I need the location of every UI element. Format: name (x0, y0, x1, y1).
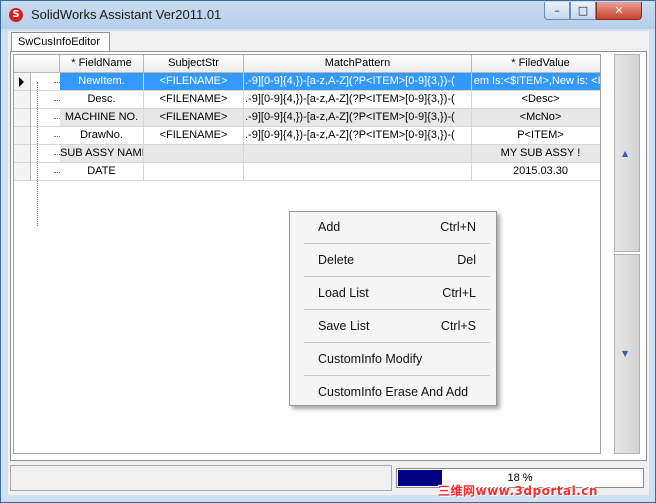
cell-matchpattern[interactable]: .-9][0-9]{4,})-[a-z,A-Z](?P<ITEM>[0-9]{3… (244, 73, 472, 91)
tab-swcusinfoeditor[interactable]: SwCusInfoEditor (11, 32, 110, 51)
menu-item-shortcut: Del (457, 253, 476, 267)
menu-item-add[interactable]: Add Ctrl+N (292, 214, 494, 240)
tree-indent (31, 73, 60, 91)
cell-filedvalue[interactable]: <Desc> (472, 91, 600, 109)
cell-filedvalue[interactable]: 2015.03.30 (472, 163, 600, 181)
current-row-arrow-icon (19, 77, 24, 87)
row-selector[interactable] (14, 163, 31, 181)
cell-fieldname[interactable]: NewItem. (60, 73, 144, 91)
row-selector[interactable] (14, 145, 31, 163)
menu-separator (304, 375, 490, 376)
tree-indent (31, 163, 60, 181)
cell-subjectstr[interactable]: <FILENAME> (144, 127, 244, 145)
table-row[interactable]: DrawNo. <FILENAME> .-9][0-9]{4,})-[a-z,A… (14, 127, 600, 145)
menu-item-save-list[interactable]: Save List Ctrl+S (292, 313, 494, 339)
cell-fieldname[interactable]: MACHINE NO. (60, 109, 144, 127)
tree-indent (31, 109, 60, 127)
cell-matchpattern[interactable]: .-9][0-9]{4,})-[a-z,A-Z](?P<ITEM>[0-9]{3… (244, 109, 472, 127)
column-header-fieldname[interactable]: * FieldName (60, 55, 144, 73)
cell-matchpattern[interactable] (244, 163, 472, 181)
cell-fieldname[interactable]: DrawNo. (60, 127, 144, 145)
table-row[interactable]: MACHINE NO. <FILENAME> .-9][0-9]{4,})-[a… (14, 109, 600, 127)
cell-matchpattern[interactable]: .-9][0-9]{4,})-[a-z,A-Z](?P<ITEM>[0-9]{3… (244, 91, 472, 109)
tree-indent (31, 145, 60, 163)
table-row[interactable]: SUB ASSY NAME MY SUB ASSY ! (14, 145, 600, 163)
move-up-button[interactable]: ▲ (614, 54, 640, 252)
cell-filedvalue[interactable]: P<ITEM> (472, 127, 600, 145)
cell-fieldname[interactable]: Desc. (60, 91, 144, 109)
cell-matchpattern[interactable]: .-9][0-9]{4,})-[a-z,A-Z](?P<ITEM>[0-9]{3… (244, 127, 472, 145)
cell-filedvalue[interactable]: em Is:<$ITEM>,New is: <IT (472, 73, 600, 91)
menu-item-label: Load List (318, 286, 369, 300)
watermark-text: 三维网www.3dportal.cn (438, 484, 598, 498)
row-selector[interactable] (14, 127, 31, 145)
title-bar[interactable]: S SolidWorks Assistant Ver2011.01 – □ ✕ (1, 1, 655, 29)
app-logo-icon: S (9, 8, 23, 22)
menu-item-label: Add (318, 220, 341, 234)
menu-separator (304, 276, 490, 277)
cell-fieldname[interactable]: DATE (60, 163, 144, 181)
menu-item-delete[interactable]: Delete Del (292, 247, 494, 273)
cell-subjectstr[interactable] (144, 163, 244, 181)
minimize-button[interactable]: – (544, 2, 570, 20)
triangle-down-icon: ▼ (622, 349, 629, 358)
main-window: S SolidWorks Assistant Ver2011.01 – □ ✕ … (0, 0, 656, 503)
cell-matchpattern[interactable] (244, 145, 472, 163)
menu-item-shortcut: Ctrl+N (440, 220, 476, 234)
table-row[interactable]: NewItem. <FILENAME> .-9][0-9]{4,})-[a-z,… (14, 73, 600, 91)
menu-item-custominfo-erase-and-add[interactable]: CustomInfo Erase And Add (292, 379, 494, 405)
tree-indent (31, 127, 60, 145)
menu-item-label: Delete (318, 253, 355, 267)
cell-filedvalue[interactable]: <McNo> (472, 109, 600, 127)
menu-item-label: CustomInfo Erase And Add (318, 385, 469, 399)
menu-item-label: CustomInfo Modify (318, 352, 423, 366)
context-menu: Add Ctrl+N Delete Del Load List Ctrl+L S… (289, 211, 497, 406)
cell-subjectstr[interactable] (144, 145, 244, 163)
row-selector[interactable] (14, 73, 31, 91)
column-header-matchpattern[interactable]: MatchPattern (244, 55, 472, 73)
move-down-button[interactable]: ▼ (614, 254, 640, 454)
menu-item-shortcut: Ctrl+L (442, 286, 476, 300)
row-header-corner (14, 55, 60, 73)
cell-fieldname[interactable]: SUB ASSY NAME (60, 145, 144, 163)
triangle-up-icon: ▲ (622, 149, 629, 158)
row-selector[interactable] (14, 109, 31, 127)
table-row[interactable]: Desc. <FILENAME> .-9][0-9]{4,})-[a-z,A-Z… (14, 91, 600, 109)
menu-separator (304, 309, 490, 310)
table-row[interactable]: DATE 2015.03.30 (14, 163, 600, 181)
cell-subjectstr[interactable]: <FILENAME> (144, 91, 244, 109)
close-button[interactable]: ✕ (596, 2, 642, 20)
cell-subjectstr[interactable]: <FILENAME> (144, 109, 244, 127)
menu-separator (304, 342, 490, 343)
tree-indent (31, 91, 60, 109)
window-title: SolidWorks Assistant Ver2011.01 (31, 7, 222, 22)
column-header-subjectstr[interactable]: SubjectStr (144, 55, 244, 73)
cell-subjectstr[interactable]: <FILENAME> (144, 73, 244, 91)
menu-item-shortcut: Ctrl+S (440, 319, 476, 333)
row-selector[interactable] (14, 91, 31, 109)
menu-item-custominfo-modify[interactable]: CustomInfo Modify (292, 346, 494, 372)
menu-separator (304, 243, 490, 244)
maximize-button[interactable]: □ (570, 2, 596, 20)
side-splitter-panel: ▲ ▼ (609, 54, 641, 458)
column-header-filedvalue[interactable]: * FiledValue (472, 55, 600, 73)
menu-item-load-list[interactable]: Load List Ctrl+L (292, 280, 494, 306)
status-message-area (10, 465, 392, 491)
menu-item-label: Save List (318, 319, 370, 333)
cell-filedvalue[interactable]: MY SUB ASSY ! (472, 145, 600, 163)
